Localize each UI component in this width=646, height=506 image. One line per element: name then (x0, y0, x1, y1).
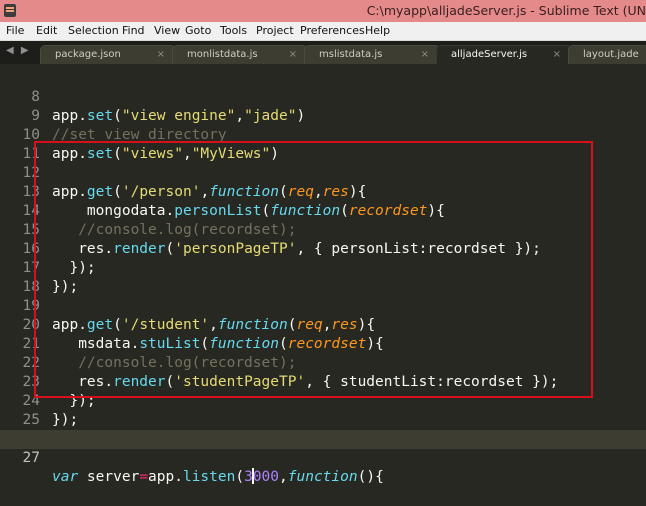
line-number: 27 (22, 450, 40, 466)
tab-label: mslistdata.js (319, 49, 383, 60)
code-line: 26 (0, 411, 646, 447)
code-line: 9 //set view directory (0, 88, 646, 143)
menu-help[interactable]: Help (365, 24, 390, 37)
close-icon[interactable]: × (553, 49, 561, 60)
code-line: 21 //console.log(recordset); (0, 316, 646, 371)
code-line: 17 }); (0, 240, 646, 295)
tab-label: package.json (55, 49, 121, 60)
menu-view[interactable]: View (154, 24, 180, 37)
menu-project[interactable]: Project (256, 24, 294, 37)
tab-alljadeserver-js[interactable]: alljadeServer.js × (436, 45, 572, 64)
code-line: 14 //console.log(recordset); (0, 183, 646, 238)
tab-label: layout.jade (583, 49, 639, 60)
menu-find[interactable]: Find (122, 24, 145, 37)
tab-label: monlistdata.js (187, 49, 258, 60)
menu-file[interactable]: File (6, 24, 24, 37)
tab-label: alljadeServer.js (451, 49, 528, 60)
code-line: 13 mongodata.personList(function(records… (0, 164, 646, 219)
close-icon[interactable]: × (289, 49, 297, 60)
title-bar: C:\myapp\alljadeServer.js - Sublime Text… (0, 0, 646, 22)
close-icon[interactable]: × (157, 49, 165, 60)
tab-layout-jade[interactable]: layout.jade (568, 45, 646, 64)
code-line: 19 app.get('/student',function(req,res){ (0, 278, 646, 333)
code-line: 12 app.get('/person',function(req,res){ (0, 145, 646, 200)
code-line-current: 27 var server=app.listen(3000,function()… (0, 430, 646, 485)
tab-package-json[interactable]: package.json × (40, 45, 176, 64)
code-line: 23 }); (0, 354, 646, 409)
menu-goto[interactable]: Goto (185, 24, 211, 37)
menu-bar: File Edit Selection Find View Goto Tools… (0, 22, 646, 41)
code-line: 16 }); (0, 221, 646, 276)
tab-bar: ◀ ▶ package.json × monlistdata.js × msli… (0, 41, 646, 64)
menu-preferences[interactable]: Preferences (300, 24, 365, 37)
sublime-text-icon[interactable] (4, 4, 16, 17)
menu-tools[interactable]: Tools (220, 24, 247, 37)
code-line: 24 }); (0, 373, 646, 428)
code-line: 18 (0, 259, 646, 295)
line-code[interactable]: var server=app.listen(3000,function(){ (52, 468, 384, 487)
code-line: 20 msdata.stuList(function(recordset){ (0, 297, 646, 352)
code-line: 22 res.render('studentPageTP', { student… (0, 335, 646, 390)
window-title: C:\myapp\alljadeServer.js - Sublime Text… (366, 3, 646, 18)
code-line: 11 (0, 126, 646, 162)
code-editor[interactable]: 8 app.set("view engine","jade") 9 //set … (0, 64, 646, 485)
code-line: 10 app.set("views","MyViews") (0, 107, 646, 162)
menu-edit[interactable]: Edit (36, 24, 57, 37)
tab-nav-arrows-icon[interactable]: ◀ ▶ (6, 45, 31, 56)
tab-monlistdata-js[interactable]: monlistdata.js × (172, 45, 308, 64)
close-icon[interactable]: × (421, 49, 429, 60)
code-line: 25 (0, 392, 646, 428)
code-line: 15 res.render('personPageTP', { personLi… (0, 202, 646, 257)
menu-selection[interactable]: Selection (68, 24, 119, 37)
tab-mslistdata-js[interactable]: mslistdata.js × (304, 45, 440, 64)
code-line: 8 app.set("view engine","jade") (0, 69, 646, 124)
